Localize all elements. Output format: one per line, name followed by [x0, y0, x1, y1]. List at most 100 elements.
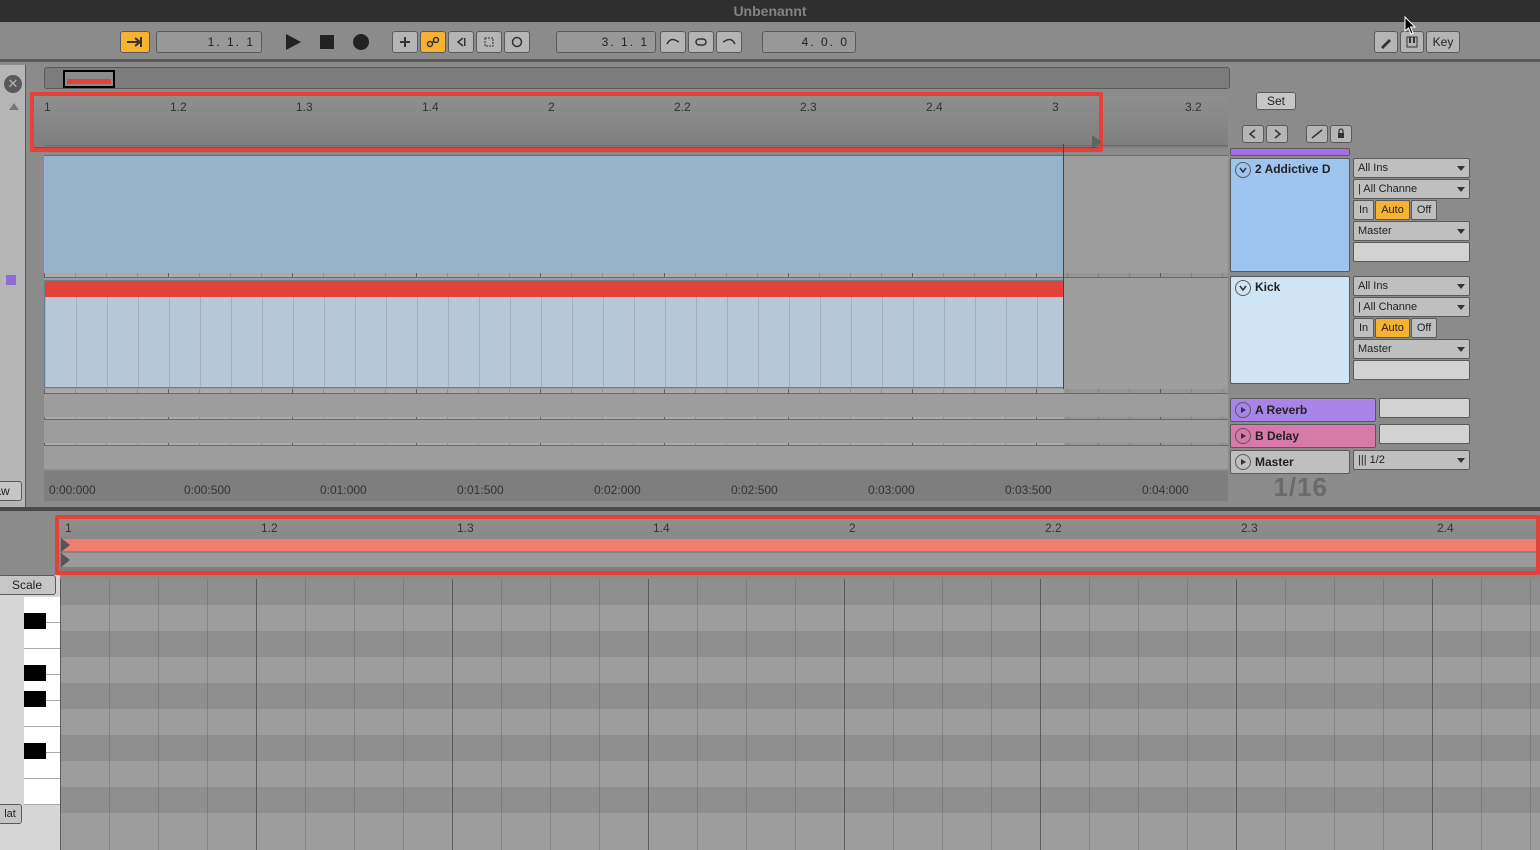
stop-button[interactable]: [316, 31, 338, 53]
loop-length-field[interactable]: 4. 0. 0: [762, 31, 856, 53]
track-lane-kick[interactable]: [44, 277, 1228, 389]
clip-ruler[interactable]: 1 1.2 1.3 1.4 2 2.2 2.3 2.4: [59, 519, 1536, 571]
automation-arm-button[interactable]: [392, 31, 418, 53]
track-header-addictive-d[interactable]: 2 Addictive D All Ins | All Channe In Au…: [1230, 158, 1470, 272]
arrangement-tracks[interactable]: [44, 155, 1228, 457]
monitor-auto-button[interactable]: Auto: [1375, 200, 1410, 220]
note-row[interactable]: [60, 579, 1540, 605]
key-map-button[interactable]: Key: [1426, 31, 1460, 53]
kick-clip-header[interactable]: [45, 281, 1063, 297]
window-title-bar: Unbenannt: [0, 0, 1540, 22]
track-header-collapsed[interactable]: [1230, 148, 1470, 156]
arrangement-time-ruler[interactable]: 0:00:000 0:00:500 0:01:000 0:01:500 0:02…: [44, 471, 1228, 501]
punch-in-button[interactable]: [660, 31, 686, 53]
draw-partial-label[interactable]: aw: [0, 481, 22, 501]
clip-loop-start-icon[interactable]: [61, 538, 70, 552]
return-header-b[interactable]: B Delay: [1230, 424, 1470, 448]
input-channel-select[interactable]: | All Channe: [1353, 179, 1470, 199]
note-row[interactable]: [60, 683, 1540, 709]
track-fold-button[interactable]: [1235, 162, 1251, 178]
overview-visible-range[interactable]: [63, 70, 115, 88]
note-row[interactable]: [60, 657, 1540, 683]
next-locator-button[interactable]: [1266, 125, 1288, 143]
time-label: 0:03:000: [868, 483, 915, 497]
return-header-a[interactable]: A Reverb: [1230, 398, 1470, 422]
track-play-icon[interactable]: [1235, 428, 1251, 444]
monitor-off-button[interactable]: Off: [1411, 318, 1437, 338]
note-row[interactable]: [60, 735, 1540, 761]
piano-keys[interactable]: [24, 597, 60, 810]
piano-black-key[interactable]: [24, 665, 46, 681]
arrangement-ruler[interactable]: 1 1.2 1.3 1.4 2 2.2 2.3 2.4 3: [34, 96, 1099, 148]
clip-ruler-label: 2.2: [1045, 521, 1062, 535]
input-type-select[interactable]: All Ins: [1353, 158, 1470, 178]
note-row[interactable]: [60, 761, 1540, 787]
note-row[interactable]: [60, 709, 1540, 735]
note-row[interactable]: [60, 813, 1540, 839]
track-title[interactable]: A Reverb: [1230, 398, 1376, 422]
track-title[interactable]: [1230, 148, 1350, 156]
output-select[interactable]: Master: [1353, 221, 1470, 241]
kick-clip-body[interactable]: [45, 297, 1063, 387]
browser-expand-icon[interactable]: [9, 103, 19, 110]
piano-black-key[interactable]: [24, 691, 46, 707]
track-play-icon[interactable]: [1235, 454, 1251, 470]
track-title[interactable]: Kick: [1230, 276, 1350, 384]
follow-button[interactable]: [120, 31, 150, 53]
scale-button[interactable]: Scale: [0, 575, 56, 595]
track-title[interactable]: 2 Addictive D: [1230, 158, 1350, 272]
prev-locator-button[interactable]: [1242, 125, 1264, 143]
metronome-button[interactable]: [504, 31, 530, 53]
clip-editor: 1 1.2 1.3 1.4 2 2.2 2.3 2.4 Scale: [0, 515, 1540, 850]
monitor-auto-button[interactable]: Auto: [1375, 318, 1410, 338]
monitor-in-button[interactable]: In: [1353, 318, 1374, 338]
midi-note-grid[interactable]: [60, 579, 1540, 850]
piano-black-key[interactable]: [24, 613, 46, 629]
clip-start-marker-icon[interactable]: [61, 553, 70, 567]
input-type-select[interactable]: All Ins: [1353, 276, 1470, 296]
monitor-in-button[interactable]: In: [1353, 200, 1374, 220]
track-fold-button[interactable]: [1235, 280, 1251, 296]
back-to-arrangement-button[interactable]: [448, 31, 474, 53]
master-timesig-select[interactable]: ||| 1/2: [1353, 450, 1470, 470]
master-header[interactable]: Master ||| 1/2: [1230, 450, 1470, 474]
track-title[interactable]: B Delay: [1230, 424, 1376, 448]
loop-button[interactable]: [688, 31, 714, 53]
automation-edit-button[interactable]: [1306, 125, 1328, 143]
note-row[interactable]: [60, 787, 1540, 813]
note-row[interactable]: [60, 631, 1540, 657]
track-header-kick[interactable]: Kick All Ins | All Channe In Auto Off Ma…: [1230, 276, 1470, 384]
arrangement-overview[interactable]: [44, 67, 1230, 89]
track-play-icon[interactable]: [1235, 402, 1251, 418]
arrangement-position-field[interactable]: 1. 1. 1: [156, 31, 262, 53]
browser-close-icon[interactable]: ✕: [4, 75, 22, 93]
track-io: All Ins | All Channe In Auto Off Master: [1350, 276, 1470, 384]
punch-out-button[interactable]: [716, 31, 742, 53]
arrangement-ruler-rest[interactable]: 3.2 Set: [1103, 96, 1228, 148]
set-locator-button[interactable]: Set: [1256, 92, 1296, 110]
draw-mode-button[interactable]: [1374, 31, 1398, 53]
kick-clip[interactable]: [44, 280, 1064, 388]
monitor-off-button[interactable]: Off: [1411, 200, 1437, 220]
track-title[interactable]: Master: [1230, 450, 1350, 474]
reenable-automation-button[interactable]: [420, 31, 446, 53]
midi-map-button[interactable]: [1400, 31, 1424, 53]
punch-in-position-field[interactable]: 3. 1. 1: [556, 31, 656, 53]
return-lane-a[interactable]: [44, 393, 1228, 417]
lock-envelopes-button[interactable]: [1330, 125, 1352, 143]
master-lane[interactable]: [44, 445, 1228, 469]
flat-sharp-toggle[interactable]: lat: [0, 804, 22, 824]
note-row[interactable]: [60, 605, 1540, 631]
clip-scrub-area[interactable]: [63, 553, 1536, 567]
track-lane-addictive-d[interactable]: [44, 155, 1228, 273]
browser-collapsed-strip[interactable]: ✕ aw: [0, 65, 26, 507]
piano-white-key[interactable]: [24, 779, 60, 805]
record-button[interactable]: [350, 31, 372, 53]
output-select[interactable]: Master: [1353, 339, 1470, 359]
piano-black-key[interactable]: [24, 743, 46, 759]
quantize-button[interactable]: [476, 31, 502, 53]
input-channel-select[interactable]: | All Channe: [1353, 297, 1470, 317]
clip-loop-brace[interactable]: [63, 539, 1536, 551]
return-lane-b[interactable]: [44, 419, 1228, 443]
play-button[interactable]: [282, 31, 304, 53]
